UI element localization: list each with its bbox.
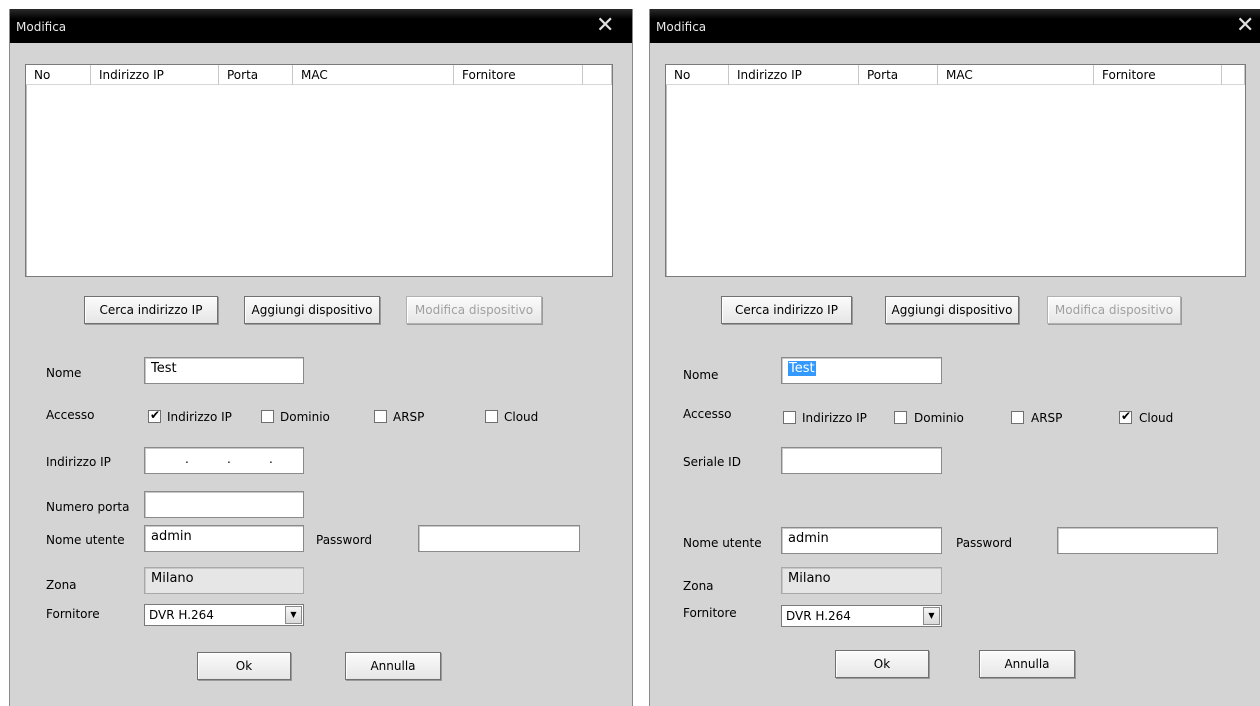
vendor-select[interactable]: DVR H.264 ▼ [144, 604, 304, 626]
ip-separator: . [269, 452, 273, 466]
serial-id-label: Seriale ID [683, 455, 741, 469]
column-header-vendor[interactable]: Fornitore [454, 65, 583, 85]
device-list-header: No Indirizzo IP Porta MAC Fornitore [666, 65, 1245, 85]
access-domain-checkbox[interactable] [894, 411, 907, 424]
access-domain-label: Dominio [280, 410, 330, 424]
access-arsp-label: ARSP [1031, 411, 1063, 425]
checkmark-icon: ✔ [1121, 409, 1132, 423]
access-ip-checkbox[interactable] [783, 411, 796, 424]
name-field[interactable]: Test [781, 357, 942, 384]
column-header-extra [1222, 65, 1245, 85]
access-cloud-checkbox[interactable]: ✔ [1119, 409, 1132, 424]
password-field[interactable] [1057, 527, 1218, 554]
chevron-down-icon[interactable]: ▼ [923, 607, 940, 625]
column-header-vendor[interactable]: Fornitore [1094, 65, 1222, 85]
port-field[interactable] [144, 491, 304, 518]
ip-separator: . [185, 452, 189, 466]
password-label: Password [316, 533, 373, 547]
username-field[interactable]: admin [781, 527, 942, 554]
vendor-label: Fornitore [46, 607, 100, 621]
device-list-header: No Indirizzo IP Porta MAC Fornitore [26, 65, 612, 85]
username-label: Nome utente [683, 536, 762, 550]
access-label: Accesso [683, 407, 732, 421]
column-header-mac[interactable]: MAC [938, 65, 1094, 85]
name-field[interactable]: Test [144, 357, 304, 384]
column-header-mac[interactable]: MAC [293, 65, 454, 85]
access-cloud-label: Cloud [504, 410, 539, 424]
zone-field: Milano [781, 567, 942, 594]
vendor-selected-value: DVR H.264 [786, 609, 851, 623]
add-device-button[interactable]: Aggiungi dispositivo [244, 296, 380, 324]
access-arsp-checkbox[interactable] [1011, 411, 1024, 424]
edit-device-button[interactable]: Modifica dispositivo [1047, 296, 1181, 324]
cancel-button[interactable]: Annulla [345, 652, 441, 680]
name-value-selected: Test [788, 361, 816, 376]
edit-device-dialog-ip: Modifica ✕ No Indirizzo IP Porta MAC For… [9, 9, 633, 706]
column-header-port[interactable]: Porta [219, 65, 293, 85]
username-field[interactable]: admin [144, 525, 304, 552]
dialog-title: Modifica [16, 20, 67, 34]
access-cloud-checkbox[interactable] [485, 410, 498, 423]
column-header-ip[interactable]: Indirizzo IP [91, 65, 219, 85]
edit-device-dialog-cloud: Modifica ✕ No Indirizzo IP Porta MAC For… [649, 9, 1260, 706]
serial-id-field[interactable] [781, 447, 942, 474]
close-icon[interactable]: ✕ [1236, 15, 1254, 37]
username-label: Nome utente [46, 533, 125, 547]
ip-address-label: Indirizzo IP [46, 455, 111, 469]
close-icon[interactable]: ✕ [596, 15, 614, 37]
password-field[interactable] [418, 525, 580, 552]
ok-button[interactable]: Ok [835, 650, 929, 678]
title-bar: Modifica ✕ [10, 9, 632, 43]
port-label: Numero porta [46, 500, 130, 514]
dialog-title: Modifica [656, 20, 707, 34]
access-label: Accesso [46, 408, 95, 422]
name-label: Nome [683, 368, 719, 382]
vendor-select[interactable]: DVR H.264 ▼ [781, 605, 942, 627]
device-list[interactable]: No Indirizzo IP Porta MAC Fornitore [665, 64, 1246, 277]
title-bar: Modifica ✕ [650, 9, 1260, 43]
edit-device-button[interactable]: Modifica dispositivo [406, 296, 542, 324]
name-label: Nome [46, 366, 82, 380]
zone-label: Zona [46, 578, 77, 592]
access-domain-label: Dominio [914, 411, 964, 425]
vendor-label: Fornitore [683, 606, 737, 620]
access-ip-label: Indirizzo IP [802, 411, 867, 425]
password-label: Password [956, 536, 1013, 550]
access-ip-label: Indirizzo IP [167, 410, 232, 424]
add-device-button[interactable]: Aggiungi dispositivo [885, 296, 1019, 324]
column-header-ip[interactable]: Indirizzo IP [729, 65, 859, 85]
cancel-button[interactable]: Annulla [979, 650, 1075, 678]
ip-address-field[interactable]: . . . [144, 447, 304, 474]
ok-button[interactable]: Ok [197, 652, 291, 680]
chevron-down-icon[interactable]: ▼ [285, 606, 302, 624]
access-arsp-label: ARSP [393, 410, 425, 424]
vendor-selected-value: DVR H.264 [149, 608, 214, 622]
column-header-no[interactable]: No [26, 65, 91, 85]
checkmark-icon: ✔ [150, 408, 161, 422]
search-ip-button[interactable]: Cerca indirizzo IP [721, 296, 852, 324]
access-cloud-label: Cloud [1139, 411, 1174, 425]
column-header-no[interactable]: No [666, 65, 729, 85]
zone-field: Milano [144, 567, 304, 594]
access-ip-checkbox[interactable]: ✔ [148, 408, 161, 423]
search-ip-button[interactable]: Cerca indirizzo IP [84, 296, 218, 324]
ip-separator: . [227, 452, 231, 466]
access-arsp-checkbox[interactable] [374, 410, 387, 423]
column-header-port[interactable]: Porta [859, 65, 938, 85]
device-list[interactable]: No Indirizzo IP Porta MAC Fornitore [25, 64, 613, 277]
access-domain-checkbox[interactable] [261, 410, 274, 423]
zone-label: Zona [683, 579, 714, 593]
column-header-extra [583, 65, 612, 85]
